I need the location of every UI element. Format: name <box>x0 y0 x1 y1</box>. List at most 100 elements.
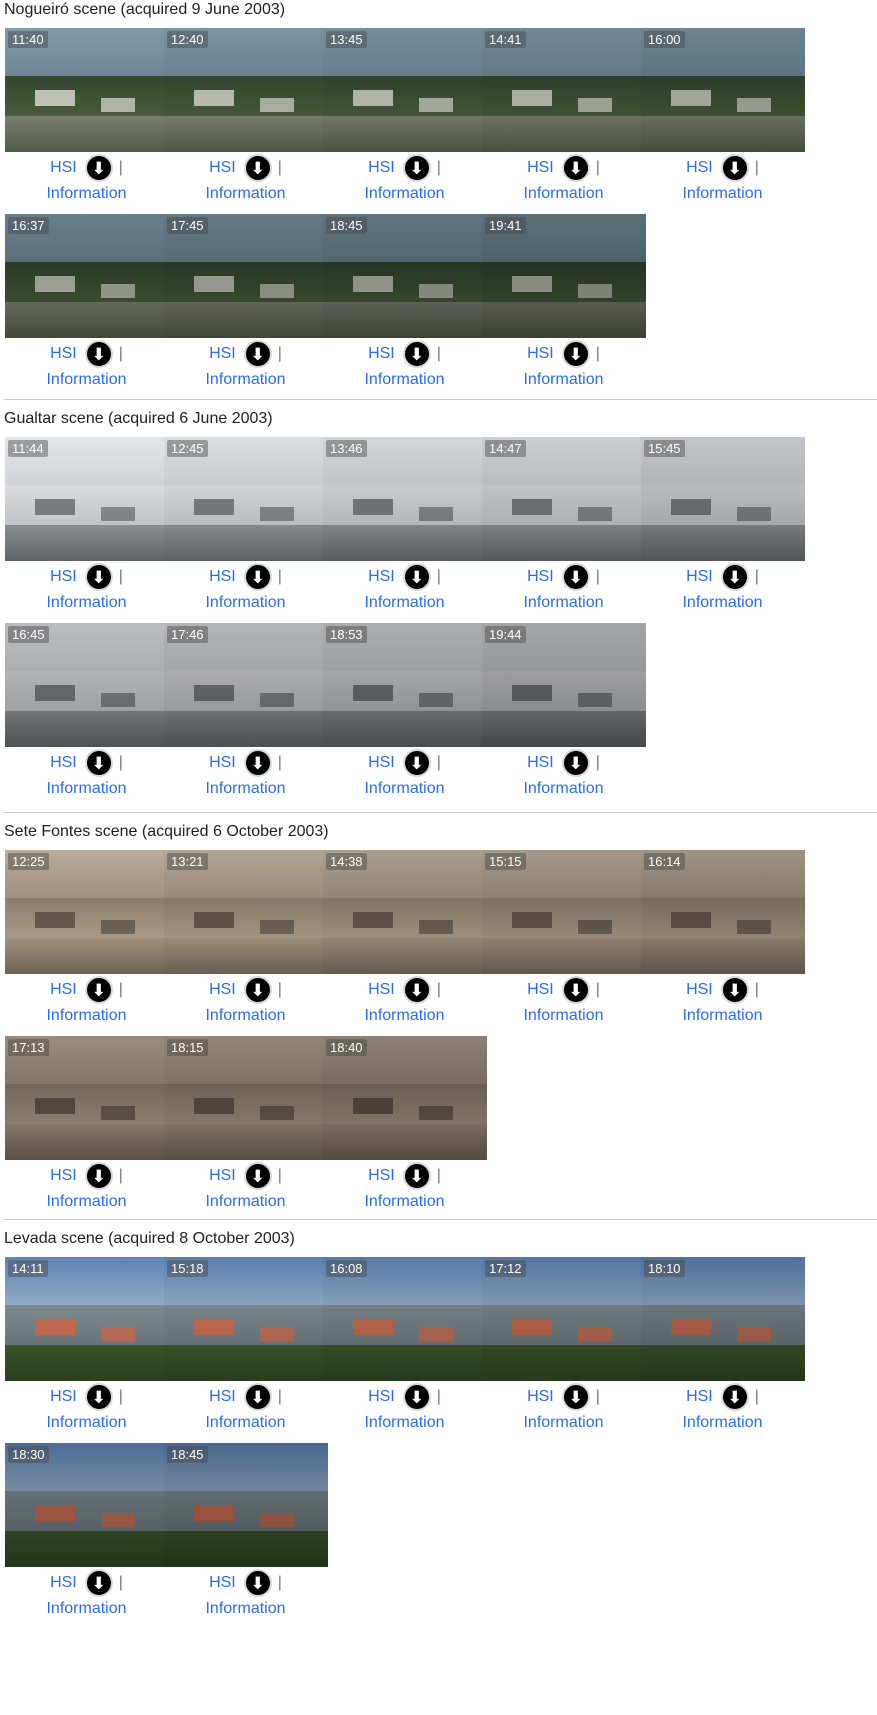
scene-thumbnail[interactable]: 13:21 <box>164 850 328 974</box>
download-arrow-icon[interactable]: ⬇ <box>243 340 272 368</box>
hsi-link[interactable]: HSI <box>368 981 395 999</box>
scene-thumbnail[interactable]: 11:40 <box>5 28 169 152</box>
download-arrow-icon[interactable]: ⬇ <box>243 154 272 182</box>
information-link[interactable]: Information <box>4 1413 169 1433</box>
download-arrow-icon[interactable]: ⬇ <box>561 1383 590 1411</box>
information-link[interactable]: Information <box>4 184 169 204</box>
scene-thumbnail[interactable]: 14:38 <box>323 850 487 974</box>
download-arrow-icon[interactable]: ⬇ <box>720 154 749 182</box>
information-link[interactable]: Information <box>163 184 328 204</box>
scene-thumbnail[interactable]: 12:25 <box>5 850 169 974</box>
hsi-link[interactable]: HSI <box>50 1167 77 1185</box>
information-link[interactable]: Information <box>640 1413 805 1433</box>
information-link[interactable]: Information <box>4 370 169 390</box>
hsi-link[interactable]: HSI <box>50 1388 77 1406</box>
information-link[interactable]: Information <box>4 1006 169 1026</box>
scene-thumbnail[interactable]: 12:45 <box>164 437 328 561</box>
hsi-link[interactable]: HSI <box>686 568 713 586</box>
hsi-link[interactable]: HSI <box>50 981 77 999</box>
download-arrow-icon[interactable]: ⬇ <box>243 749 272 777</box>
download-arrow-icon[interactable]: ⬇ <box>84 1383 113 1411</box>
hsi-link[interactable]: HSI <box>209 754 236 772</box>
information-link[interactable]: Information <box>163 779 328 799</box>
hsi-link[interactable]: HSI <box>527 981 554 999</box>
information-link[interactable]: Information <box>163 593 328 613</box>
download-arrow-icon[interactable]: ⬇ <box>402 749 431 777</box>
download-arrow-icon[interactable]: ⬇ <box>243 976 272 1004</box>
scene-thumbnail[interactable]: 15:15 <box>482 850 646 974</box>
information-link[interactable]: Information <box>481 184 646 204</box>
hsi-link[interactable]: HSI <box>209 568 236 586</box>
information-link[interactable]: Information <box>4 779 169 799</box>
scene-thumbnail[interactable]: 17:13 <box>5 1036 169 1160</box>
scene-thumbnail[interactable]: 15:45 <box>641 437 805 561</box>
scene-thumbnail[interactable]: 14:41 <box>482 28 646 152</box>
download-arrow-icon[interactable]: ⬇ <box>402 1162 431 1190</box>
scene-thumbnail[interactable]: 18:45 <box>164 1443 328 1567</box>
hsi-link[interactable]: HSI <box>50 754 77 772</box>
scene-thumbnail[interactable]: 16:45 <box>5 623 169 747</box>
scene-thumbnail[interactable]: 16:14 <box>641 850 805 974</box>
download-arrow-icon[interactable]: ⬇ <box>402 1383 431 1411</box>
scene-thumbnail[interactable]: 18:40 <box>323 1036 487 1160</box>
download-arrow-icon[interactable]: ⬇ <box>720 976 749 1004</box>
information-link[interactable]: Information <box>481 1413 646 1433</box>
information-link[interactable]: Information <box>481 1006 646 1026</box>
information-link[interactable]: Information <box>322 1413 487 1433</box>
hsi-link[interactable]: HSI <box>527 159 554 177</box>
hsi-link[interactable]: HSI <box>527 568 554 586</box>
information-link[interactable]: Information <box>163 1413 328 1433</box>
scene-thumbnail[interactable]: 17:12 <box>482 1257 646 1381</box>
scene-thumbnail[interactable]: 19:44 <box>482 623 646 747</box>
download-arrow-icon[interactable]: ⬇ <box>561 340 590 368</box>
download-arrow-icon[interactable]: ⬇ <box>84 1162 113 1190</box>
hsi-link[interactable]: HSI <box>209 1574 236 1592</box>
hsi-link[interactable]: HSI <box>686 159 713 177</box>
download-arrow-icon[interactable]: ⬇ <box>561 563 590 591</box>
download-arrow-icon[interactable]: ⬇ <box>84 154 113 182</box>
download-arrow-icon[interactable]: ⬇ <box>243 1383 272 1411</box>
download-arrow-icon[interactable]: ⬇ <box>84 1569 113 1597</box>
information-link[interactable]: Information <box>640 593 805 613</box>
scene-thumbnail[interactable]: 18:53 <box>323 623 487 747</box>
download-arrow-icon[interactable]: ⬇ <box>243 1162 272 1190</box>
download-arrow-icon[interactable]: ⬇ <box>720 1383 749 1411</box>
information-link[interactable]: Information <box>4 593 169 613</box>
hsi-link[interactable]: HSI <box>209 1388 236 1406</box>
information-link[interactable]: Information <box>163 1006 328 1026</box>
hsi-link[interactable]: HSI <box>368 1167 395 1185</box>
hsi-link[interactable]: HSI <box>527 754 554 772</box>
scene-thumbnail[interactable]: 13:46 <box>323 437 487 561</box>
information-link[interactable]: Information <box>322 370 487 390</box>
download-arrow-icon[interactable]: ⬇ <box>402 154 431 182</box>
scene-thumbnail[interactable]: 17:46 <box>164 623 328 747</box>
download-arrow-icon[interactable]: ⬇ <box>243 1569 272 1597</box>
download-arrow-icon[interactable]: ⬇ <box>561 976 590 1004</box>
scene-thumbnail[interactable]: 15:18 <box>164 1257 328 1381</box>
hsi-link[interactable]: HSI <box>686 1388 713 1406</box>
scene-thumbnail[interactable]: 14:11 <box>5 1257 169 1381</box>
download-arrow-icon[interactable]: ⬇ <box>402 340 431 368</box>
information-link[interactable]: Information <box>322 1006 487 1026</box>
download-arrow-icon[interactable]: ⬇ <box>561 154 590 182</box>
scene-thumbnail[interactable]: 16:00 <box>641 28 805 152</box>
information-link[interactable]: Information <box>322 184 487 204</box>
scene-thumbnail[interactable]: 18:10 <box>641 1257 805 1381</box>
information-link[interactable]: Information <box>640 1006 805 1026</box>
download-arrow-icon[interactable]: ⬇ <box>561 749 590 777</box>
scene-thumbnail[interactable]: 16:37 <box>5 214 169 338</box>
scene-thumbnail[interactable]: 11:44 <box>5 437 169 561</box>
information-link[interactable]: Information <box>481 779 646 799</box>
hsi-link[interactable]: HSI <box>368 159 395 177</box>
hsi-link[interactable]: HSI <box>209 1167 236 1185</box>
hsi-link[interactable]: HSI <box>50 345 77 363</box>
scene-thumbnail[interactable]: 12:40 <box>164 28 328 152</box>
hsi-link[interactable]: HSI <box>50 159 77 177</box>
information-link[interactable]: Information <box>322 593 487 613</box>
information-link[interactable]: Information <box>4 1599 169 1619</box>
download-arrow-icon[interactable]: ⬇ <box>720 563 749 591</box>
hsi-link[interactable]: HSI <box>209 159 236 177</box>
download-arrow-icon[interactable]: ⬇ <box>84 340 113 368</box>
scene-thumbnail[interactable]: 17:45 <box>164 214 328 338</box>
hsi-link[interactable]: HSI <box>527 1388 554 1406</box>
